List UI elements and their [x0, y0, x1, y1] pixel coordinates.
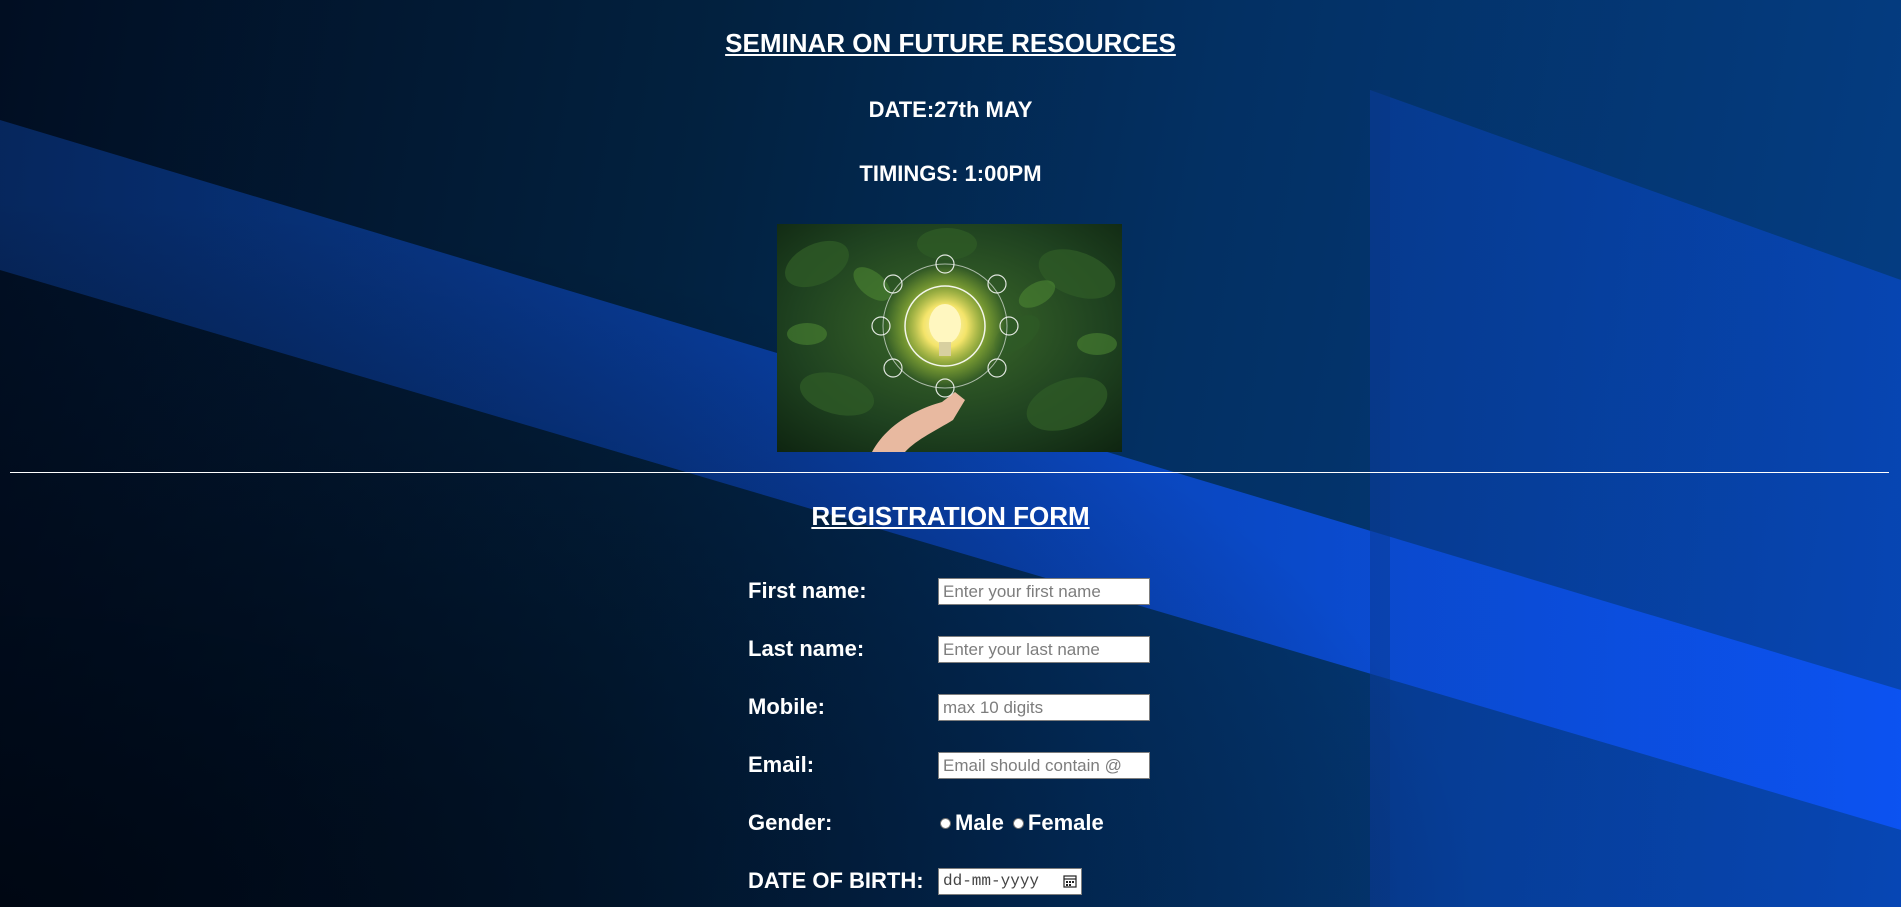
event-timings: TIMINGS: 1:00PM — [859, 161, 1042, 186]
page-title: SEMINAR ON FUTURE RESOURCES — [725, 28, 1176, 58]
first-name-input[interactable] — [938, 578, 1150, 605]
mobile-label: Mobile: — [748, 694, 825, 719]
dob-input[interactable]: dd-mm-yyyy — [938, 868, 1082, 895]
last-name-label: Last name: — [748, 636, 865, 661]
gender-male-radio[interactable] — [940, 817, 951, 829]
mobile-input[interactable] — [938, 694, 1150, 721]
gender-female-label[interactable]: Female — [1028, 810, 1104, 836]
email-input[interactable] — [938, 752, 1150, 779]
dob-label: DATE OF BIRTH: — [748, 868, 924, 893]
event-date: DATE:27th MAY — [868, 97, 1033, 122]
gender-radio-group: Male Female — [940, 808, 1113, 838]
registration-form-title: REGISTRATION FORM — [811, 501, 1090, 531]
section-divider — [10, 472, 1889, 473]
gender-male-label[interactable]: Male — [955, 810, 1004, 836]
hero-image — [777, 224, 1122, 452]
first-name-label: First name: — [748, 578, 867, 603]
last-name-input[interactable] — [938, 636, 1150, 663]
page: SEMINAR ON FUTURE RESOURCES DATE:27th MA… — [0, 0, 1901, 907]
gender-female-radio[interactable] — [1012, 817, 1024, 829]
dob-placeholder: dd-mm-yyyy — [943, 872, 1040, 890]
gender-label: Gender: — [748, 810, 833, 835]
email-label: Email: — [748, 752, 815, 777]
calendar-icon[interactable] — [1063, 874, 1077, 888]
